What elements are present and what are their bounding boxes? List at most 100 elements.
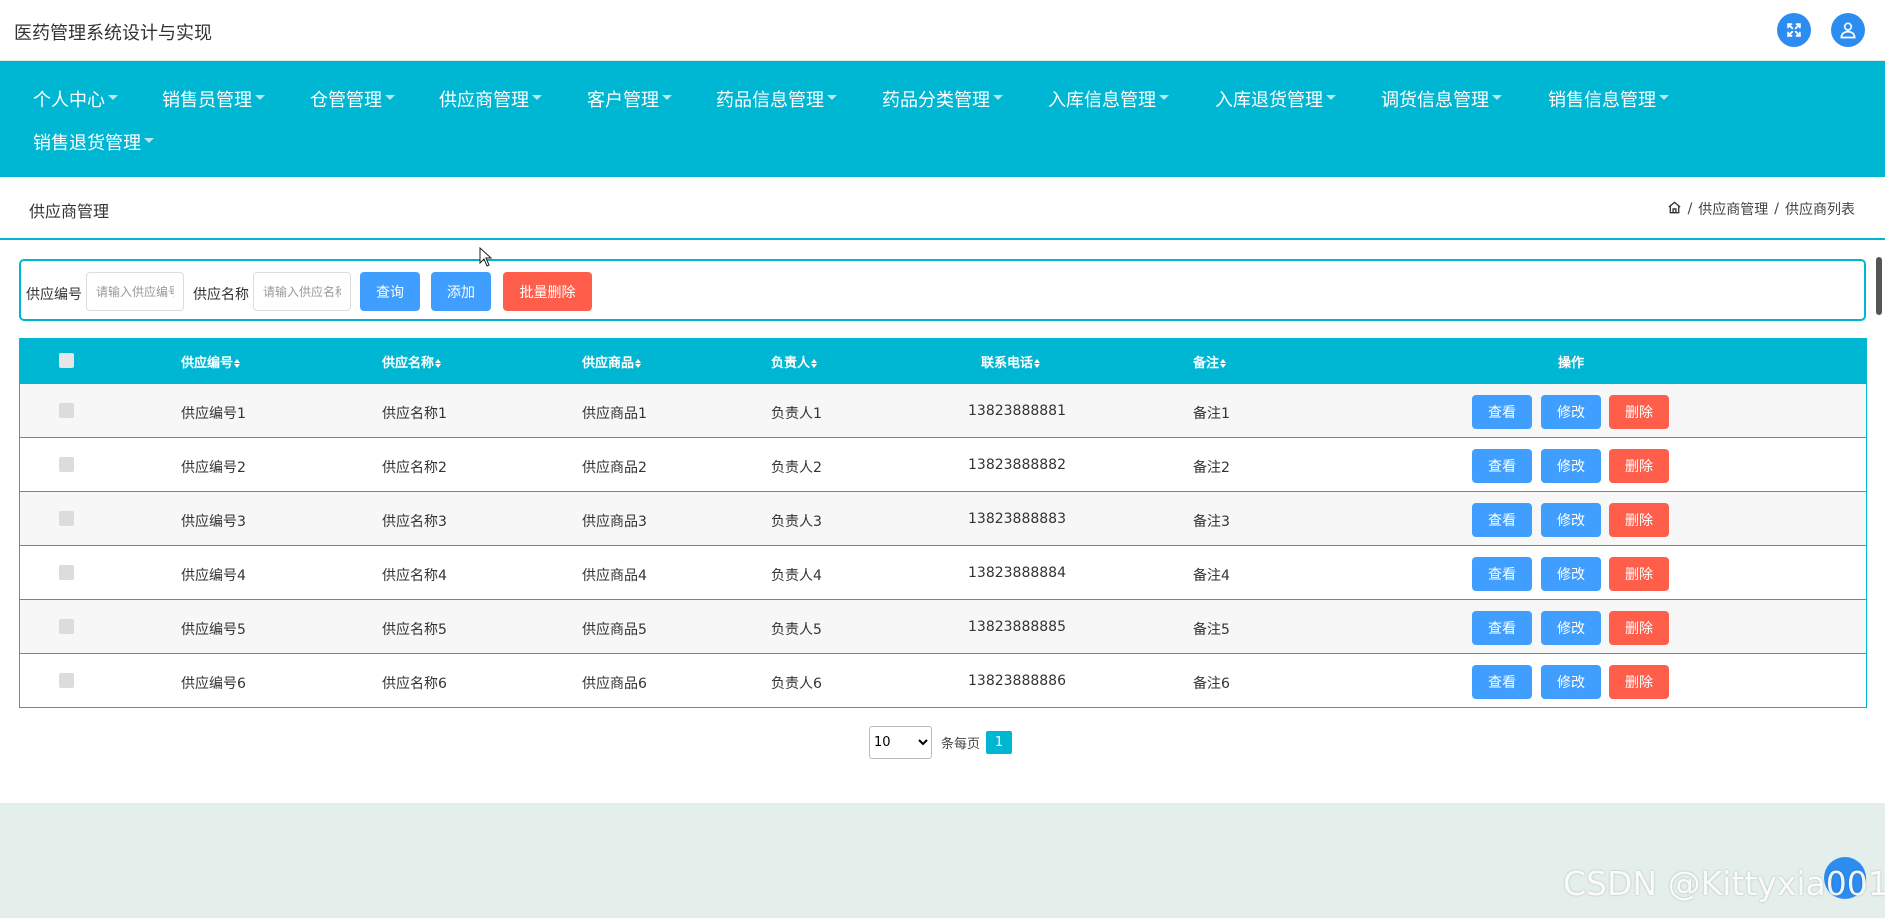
delete-button[interactable]: 删除 <box>1609 611 1669 645</box>
column-header[interactable]: 供应编号 <box>181 352 241 371</box>
fullscreen-icon[interactable] <box>1777 13 1811 47</box>
cell-supplier-name: 供应名称6 <box>382 676 447 692</box>
cell-phone: 13823888886 <box>968 673 1066 689</box>
table-header: 供应编号 供应名称 供应商品 负责人 联系电话 备注 操作 <box>20 339 1866 383</box>
mouse-cursor-icon <box>479 247 493 267</box>
cell-supplier-name: 供应名称4 <box>382 568 447 584</box>
edit-button[interactable]: 修改 <box>1541 557 1601 591</box>
sort-icon <box>1034 359 1041 368</box>
table-row: 供应编号6 供应名称6 供应商品6 负责人6 13823888886 备注6 查… <box>20 653 1866 707</box>
caret-down-icon <box>255 94 265 100</box>
top-bar: 医药管理系统设计与实现 <box>0 0 1885 61</box>
column-header-actions: 操作 <box>1558 356 1585 371</box>
page-header: 供应商管理 / 供应商管理 / 供应商列表 <box>0 177 1885 240</box>
breadcrumb-separator: / <box>1687 201 1693 217</box>
caret-down-icon <box>1492 94 1502 100</box>
column-header[interactable]: 供应名称 <box>382 352 442 371</box>
sort-icon <box>234 359 241 368</box>
nav-item-transfer[interactable]: 调货信息管理 <box>1381 86 1502 112</box>
nav-item-sales[interactable]: 销售信息管理 <box>1548 86 1669 112</box>
caret-down-icon <box>993 94 1003 100</box>
edit-button[interactable]: 修改 <box>1541 611 1601 645</box>
page-number-1[interactable]: 1 <box>986 731 1013 754</box>
nav-item-stock-in-return[interactable]: 入库退货管理 <box>1215 86 1336 112</box>
view-button[interactable]: 查看 <box>1472 557 1532 591</box>
nav-item-warehouse[interactable]: 仓管管理 <box>310 86 395 112</box>
edit-button[interactable]: 修改 <box>1541 503 1601 537</box>
nav-item-drug-info[interactable]: 药品信息管理 <box>716 86 837 112</box>
delete-button[interactable]: 删除 <box>1609 449 1669 483</box>
delete-button[interactable]: 删除 <box>1609 395 1669 429</box>
cell-supplier-goods: 供应商品5 <box>582 622 647 638</box>
view-button[interactable]: 查看 <box>1472 503 1532 537</box>
row-checkbox[interactable] <box>59 511 74 526</box>
cell-phone: 13823888884 <box>968 565 1066 581</box>
add-button[interactable]: 添加 <box>431 272 491 311</box>
cell-phone: 13823888882 <box>968 457 1066 473</box>
cell-supplier-goods: 供应商品3 <box>582 514 647 530</box>
row-checkbox[interactable] <box>59 619 74 634</box>
delete-button[interactable]: 删除 <box>1609 665 1669 699</box>
row-checkbox[interactable] <box>59 403 74 418</box>
breadcrumb-separator: / <box>1774 201 1779 217</box>
select-all-checkbox[interactable] <box>59 353 74 368</box>
column-header[interactable]: 联系电话 <box>981 352 1041 371</box>
column-header[interactable]: 负责人 <box>771 352 818 371</box>
supplier-code-input[interactable] <box>86 272 184 311</box>
table-row: 供应编号5 供应名称5 供应商品5 负责人5 13823888885 备注5 查… <box>20 599 1866 653</box>
batch-delete-button[interactable]: 批量删除 <box>503 272 592 311</box>
edit-button[interactable]: 修改 <box>1541 665 1601 699</box>
delete-button[interactable]: 删除 <box>1609 503 1669 537</box>
caret-down-icon <box>827 94 837 100</box>
supplier-name-label: 供应名称 <box>193 287 249 303</box>
view-button[interactable]: 查看 <box>1472 395 1532 429</box>
cell-supplier-code: 供应编号5 <box>181 622 246 638</box>
cell-supplier-goods: 供应商品4 <box>582 568 647 584</box>
supplier-name-input[interactable] <box>253 272 351 311</box>
cell-remark: 备注4 <box>1193 568 1230 584</box>
nav-item-supplier[interactable]: 供应商管理 <box>439 86 542 112</box>
scrollbar-thumb[interactable] <box>1876 257 1882 315</box>
column-header[interactable]: 供应商品 <box>582 352 642 371</box>
main-navigation: 个人中心 销售员管理 仓管管理 供应商管理 客户管理 药品信息管理 药品分类管理… <box>0 61 1885 177</box>
page-size-select[interactable]: 10 <box>869 726 932 759</box>
cell-person-in-charge: 负责人3 <box>771 514 822 530</box>
view-button[interactable]: 查看 <box>1472 449 1532 483</box>
table-row: 供应编号3 供应名称3 供应商品3 负责人3 13823888883 备注3 查… <box>20 491 1866 545</box>
nav-item-sales-return[interactable]: 销售退货管理 <box>33 129 154 155</box>
view-button[interactable]: 查看 <box>1472 665 1532 699</box>
sort-icon <box>435 359 442 368</box>
cell-person-in-charge: 负责人4 <box>771 568 822 584</box>
caret-down-icon <box>532 94 542 100</box>
nav-item-personal-center[interactable]: 个人中心 <box>33 86 118 112</box>
per-page-label: 条每页 <box>941 737 981 752</box>
nav-item-stock-in[interactable]: 入库信息管理 <box>1048 86 1169 112</box>
query-button[interactable]: 查询 <box>360 272 420 311</box>
home-icon[interactable] <box>1667 200 1682 219</box>
nav-item-drug-category[interactable]: 药品分类管理 <box>882 86 1003 112</box>
delete-button[interactable]: 删除 <box>1609 557 1669 591</box>
row-checkbox[interactable] <box>59 673 74 688</box>
caret-down-icon <box>108 94 118 100</box>
cell-remark: 备注2 <box>1193 460 1230 476</box>
cell-supplier-name: 供应名称3 <box>382 514 447 530</box>
cell-supplier-code: 供应编号2 <box>181 460 246 476</box>
cell-supplier-goods: 供应商品6 <box>582 676 647 692</box>
row-checkbox[interactable] <box>59 457 74 472</box>
caret-down-icon <box>662 94 672 100</box>
edit-button[interactable]: 修改 <box>1541 449 1601 483</box>
view-button[interactable]: 查看 <box>1472 611 1532 645</box>
cell-supplier-goods: 供应商品2 <box>582 460 647 476</box>
cell-supplier-name: 供应名称2 <box>382 460 447 476</box>
user-icon[interactable] <box>1831 13 1865 47</box>
edit-button[interactable]: 修改 <box>1541 395 1601 429</box>
table-row: 供应编号1 供应名称1 供应商品1 负责人1 13823888881 备注1 查… <box>20 383 1866 437</box>
nav-item-customer[interactable]: 客户管理 <box>587 86 672 112</box>
breadcrumb-section[interactable]: 供应商管理 <box>1698 199 1768 219</box>
nav-item-salesperson[interactable]: 销售员管理 <box>162 86 265 112</box>
row-checkbox[interactable] <box>59 565 74 580</box>
caret-down-icon <box>1326 94 1336 100</box>
column-header[interactable]: 备注 <box>1193 352 1227 371</box>
caret-down-icon <box>385 94 395 100</box>
cell-phone: 13823888883 <box>968 511 1066 527</box>
